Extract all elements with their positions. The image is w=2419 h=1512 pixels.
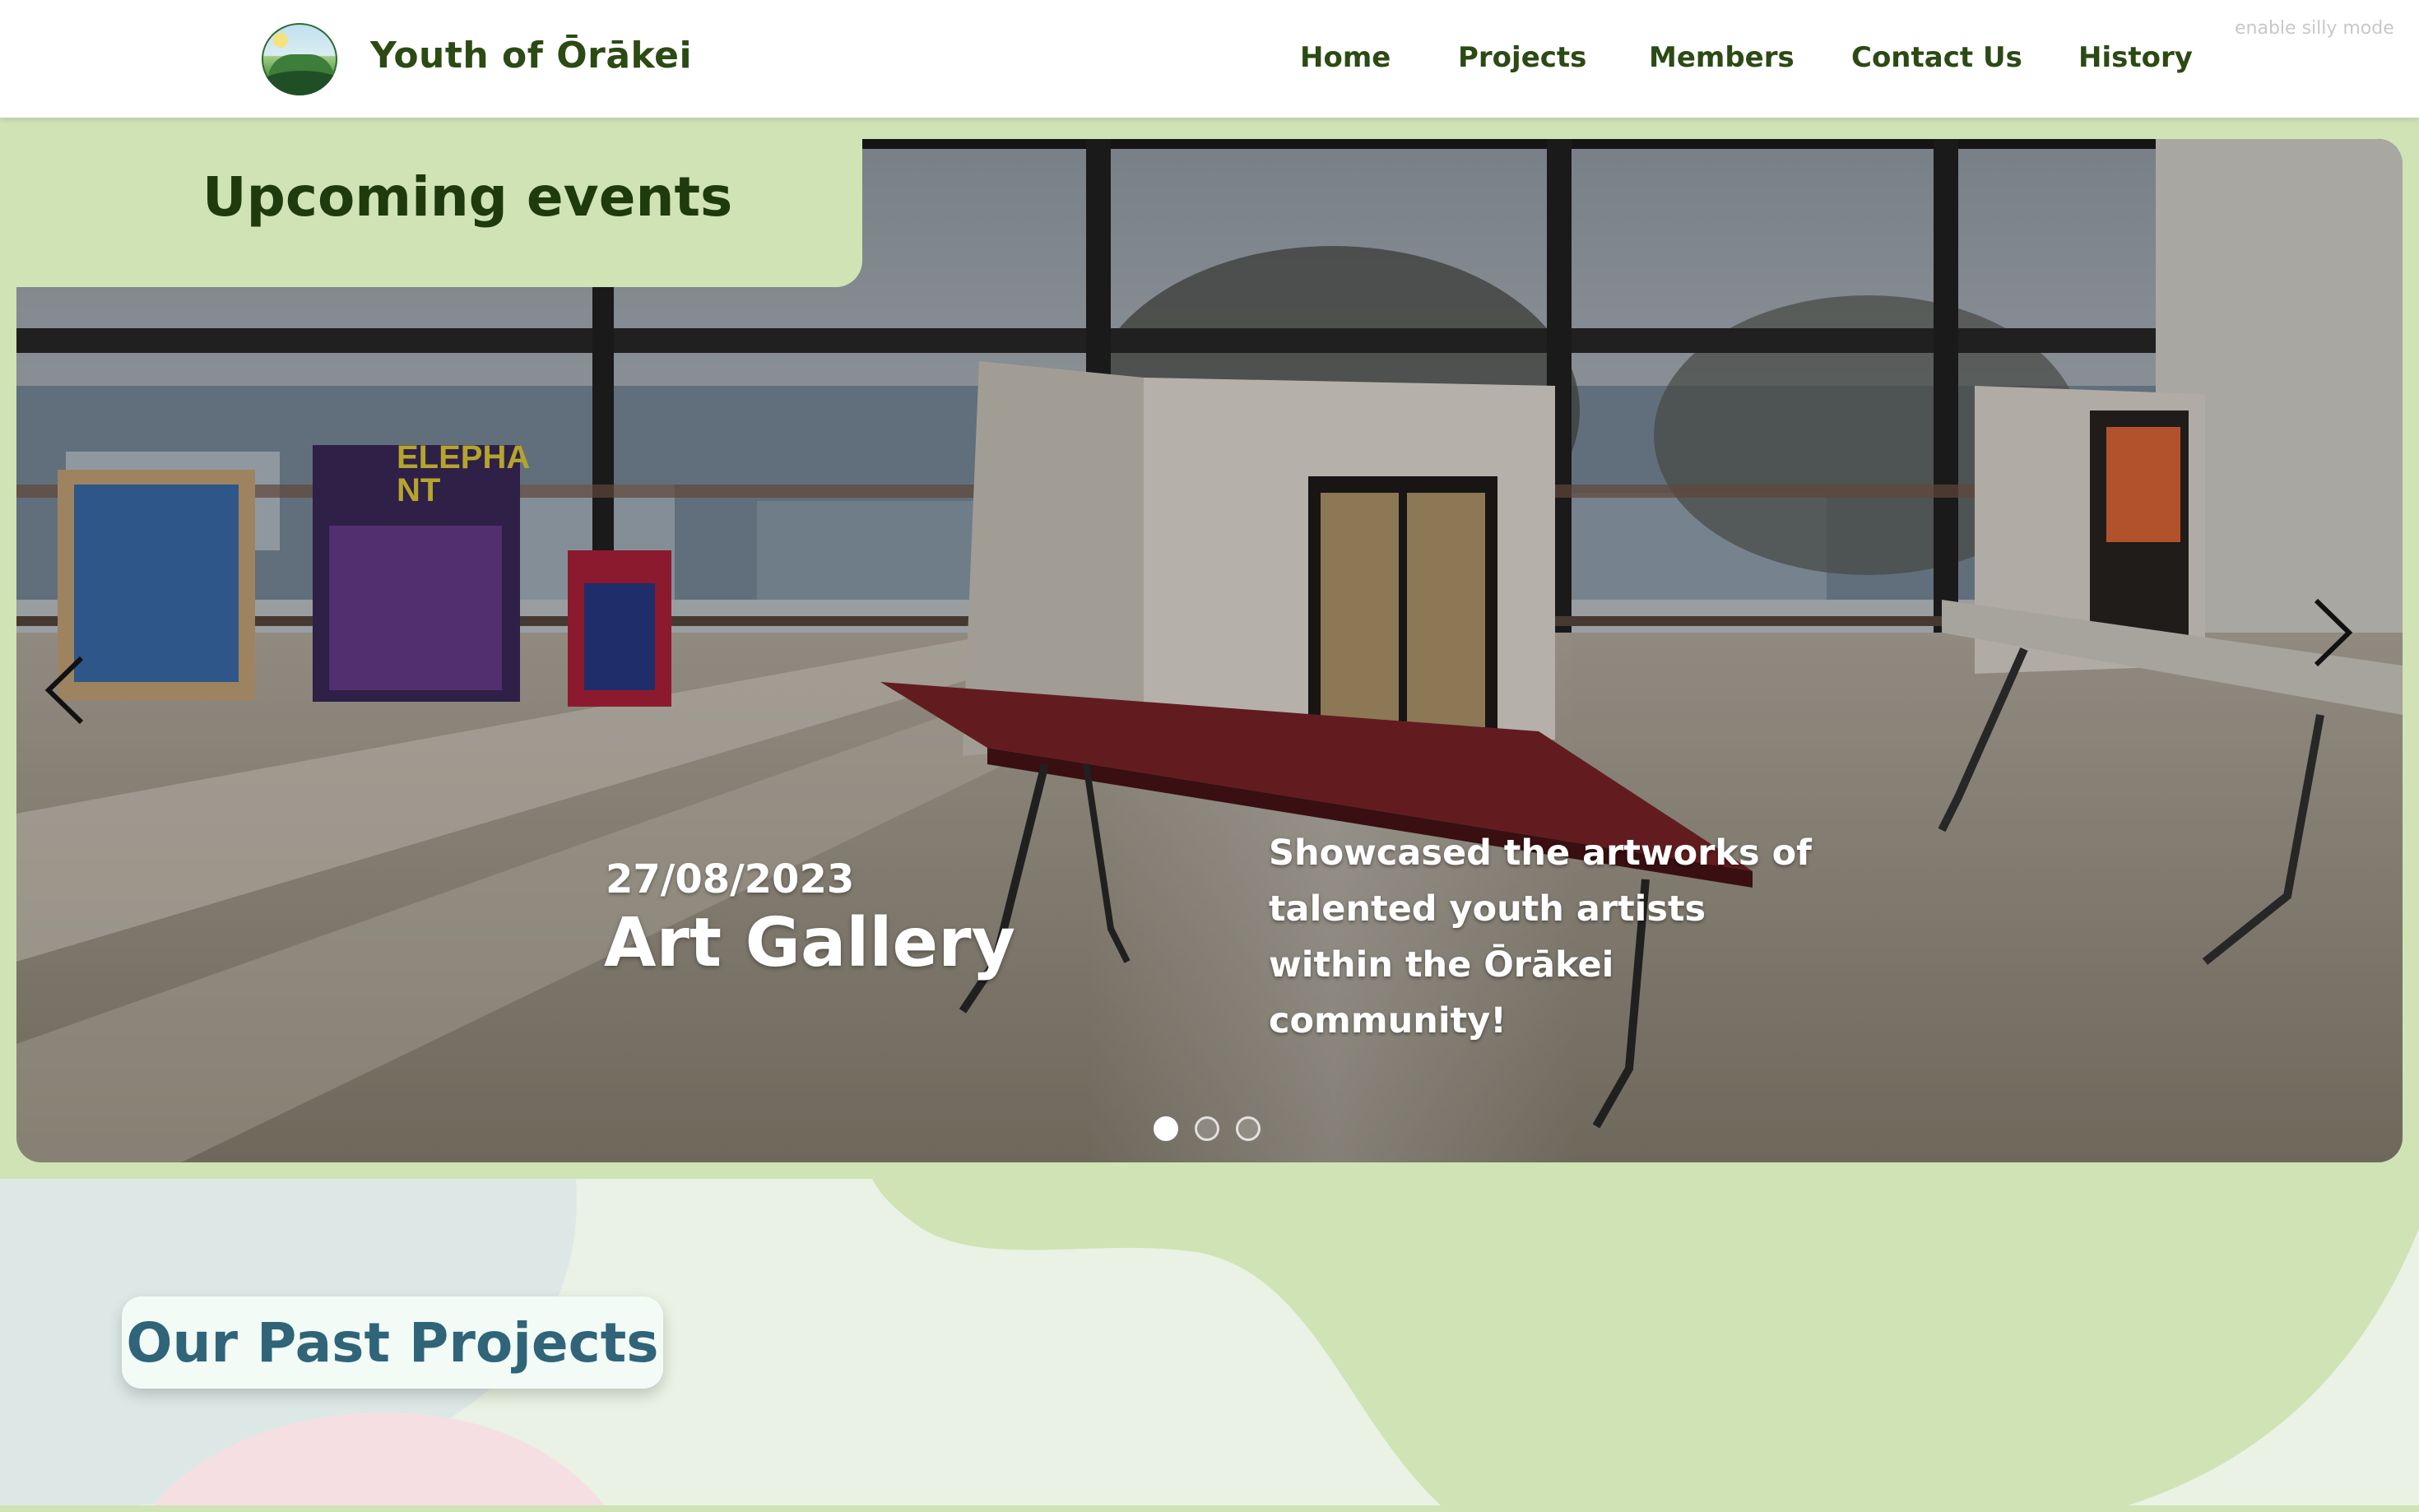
chevron-left-icon bbox=[44, 656, 84, 725]
nav-history[interactable]: History bbox=[2078, 41, 2193, 74]
chevron-right-icon bbox=[2314, 598, 2353, 667]
nav-home[interactable]: Home bbox=[1300, 41, 1391, 74]
events-heading: Upcoming events bbox=[202, 165, 733, 229]
silly-mode-toggle[interactable]: enable silly mode bbox=[2235, 18, 2394, 39]
carousel-prev-button[interactable] bbox=[36, 649, 94, 731]
past-projects-heading: Our Past Projects bbox=[126, 1310, 659, 1375]
carousel-next-button[interactable] bbox=[2304, 591, 2361, 674]
carousel-dot-3[interactable] bbox=[1236, 1116, 1261, 1141]
carousel-dot-2[interactable] bbox=[1195, 1116, 1219, 1141]
event-description: Showcased the artworks of talented youth… bbox=[1269, 833, 1812, 1041]
nav-projects[interactable]: Projects bbox=[1458, 41, 1586, 74]
site-title[interactable]: Youth of Ōrākei bbox=[370, 35, 692, 77]
events-heading-tab: Upcoming events bbox=[0, 118, 862, 287]
carousel-dot-1[interactable] bbox=[1154, 1116, 1178, 1141]
upcoming-events-section: Upcoming events ELEPHA NT 27/08/2023 Art… bbox=[0, 118, 2419, 1179]
nav-contact-us[interactable]: Contact Us bbox=[1851, 41, 2022, 74]
events-carousel[interactable]: ELEPHA NT 27/08/2023 Art Gallery Showcas… bbox=[16, 139, 2403, 1162]
bottom-strip bbox=[0, 1505, 2419, 1512]
site-header: Youth of Ōrākei Home Projects Members Co… bbox=[0, 0, 2419, 118]
logo-foreground-hill bbox=[262, 71, 337, 95]
site-logo[interactable] bbox=[262, 23, 337, 95]
event-title: Art Gallery bbox=[604, 904, 1016, 982]
nav-members[interactable]: Members bbox=[1649, 41, 1795, 74]
logo-sun bbox=[273, 33, 288, 48]
event-date: 27/08/2023 bbox=[606, 856, 855, 902]
past-projects-heading-card: Our Past Projects bbox=[122, 1296, 663, 1389]
slide-overlay bbox=[16, 139, 2403, 1162]
